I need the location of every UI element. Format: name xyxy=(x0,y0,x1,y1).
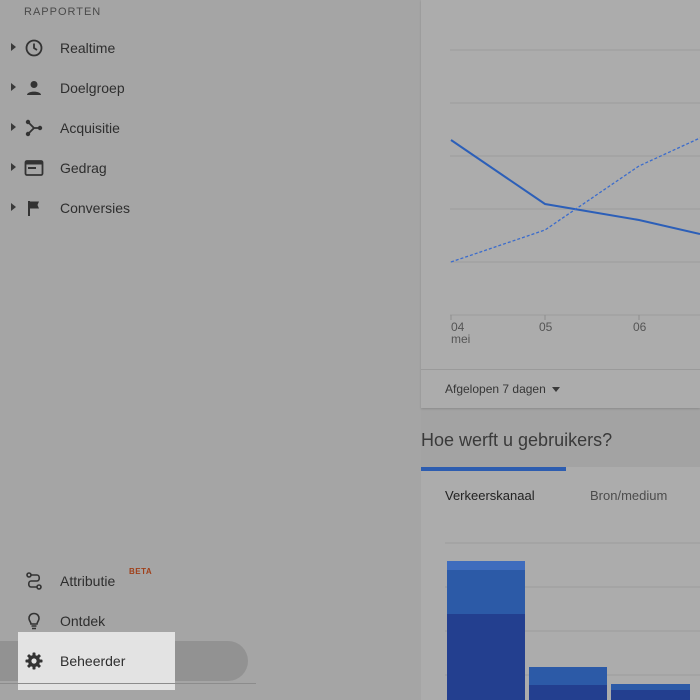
overview-card: 04 mei 05 06 Afgelopen 7 dagen xyxy=(421,0,700,408)
x-tick-label: 05 xyxy=(539,320,553,334)
attribution-path-icon xyxy=(26,572,42,590)
sidebar-item-acquisitie[interactable]: Acquisitie xyxy=(0,108,260,148)
divider xyxy=(0,683,256,684)
fork-icon xyxy=(25,119,43,137)
bar-1 xyxy=(447,561,525,700)
expand-caret-icon[interactable] xyxy=(11,43,16,51)
sidebar-item-label: Beheerder xyxy=(60,653,126,669)
sidebar-item-label: Acquisitie xyxy=(60,120,120,136)
sidebar-item-realtime[interactable]: Realtime xyxy=(0,28,260,68)
lightbulb-icon xyxy=(28,612,40,630)
active-tab-indicator xyxy=(421,467,566,471)
bar-2 xyxy=(529,667,607,700)
sidebar-item-label: Attributie xyxy=(60,573,116,589)
expand-caret-icon[interactable] xyxy=(11,163,16,171)
sidebar: RAPPORTEN Realtime Doelgroep Acquisitie xyxy=(0,0,421,700)
gear-icon xyxy=(25,652,43,670)
expand-caret-icon[interactable] xyxy=(11,83,16,91)
series-solid-line xyxy=(450,139,700,235)
flag-icon xyxy=(28,201,39,216)
expand-caret-icon[interactable] xyxy=(11,123,16,131)
tab-bron-medium[interactable]: Bron/medium xyxy=(590,488,667,503)
person-icon xyxy=(27,81,41,95)
sidebar-item-label: Ontdek xyxy=(60,613,106,629)
browser-window-icon xyxy=(24,160,44,176)
expand-caret-icon[interactable] xyxy=(11,203,16,211)
sidebar-item-label: Realtime xyxy=(60,40,116,56)
sidebar-item-label: Gedrag xyxy=(60,160,107,176)
sidebar-item-attributie[interactable]: Attributie BETA xyxy=(0,561,260,601)
sidebar-item-label: Conversies xyxy=(60,200,131,216)
x-tick-label: 06 xyxy=(633,320,647,334)
clock-icon xyxy=(25,39,43,57)
card-divider xyxy=(421,369,700,370)
series-dashed-line xyxy=(450,137,700,263)
main-content: 04 mei 05 06 Afgelopen 7 dagen Hoe werft… xyxy=(421,0,700,700)
beta-badge: BETA xyxy=(129,567,153,576)
date-range-dropdown[interactable]: Afgelopen 7 dagen xyxy=(445,382,560,396)
sidebar-item-conversies[interactable]: Conversies xyxy=(0,188,260,228)
sidebar-item-gedrag[interactable]: Gedrag xyxy=(0,148,260,188)
date-range-label: Afgelopen 7 dagen xyxy=(445,382,546,396)
sidebar-item-beheerder[interactable]: Beheerder xyxy=(0,641,260,681)
line-chart: 04 mei 05 06 xyxy=(450,49,700,346)
tab-verkeerskanaal[interactable]: Verkeerskanaal xyxy=(445,488,535,503)
bar-3 xyxy=(611,684,690,700)
sidebar-item-doelgroep[interactable]: Doelgroep xyxy=(0,68,260,108)
section-header-rapporten: RAPPORTEN xyxy=(24,6,102,18)
dropdown-arrow-icon xyxy=(551,386,560,392)
sidebar-item-label: Doelgroep xyxy=(60,80,125,96)
x-tick-month-label: mei xyxy=(451,332,470,346)
section-title: Hoe werft u gebruikers? xyxy=(421,430,613,450)
